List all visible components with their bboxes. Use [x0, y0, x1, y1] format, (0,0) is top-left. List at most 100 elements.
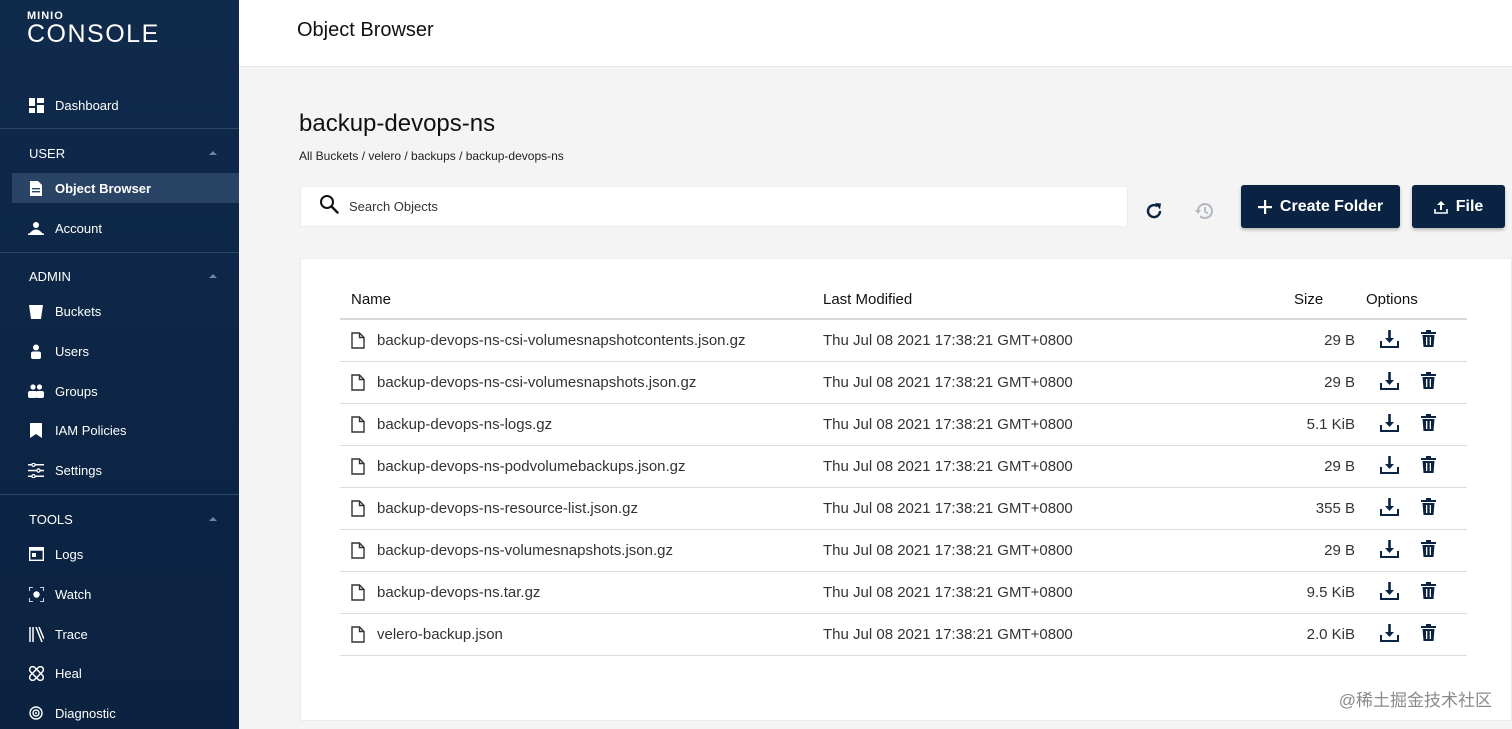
object-name-cell[interactable]: backup-devops-ns-csi-volumesnapshotconte… [351, 320, 746, 361]
download-icon [1380, 497, 1399, 520]
delete-button[interactable] [1421, 362, 1436, 403]
column-size[interactable]: Size [1294, 280, 1323, 318]
sidebar-item-watch[interactable]: Watch [12, 579, 239, 609]
download-button[interactable] [1380, 446, 1399, 487]
file-icon [351, 374, 365, 391]
object-name-cell[interactable]: backup-devops-ns-csi-volumesnapshots.jso… [351, 362, 696, 403]
size-cell: 29 B [1324, 374, 1355, 391]
object-name-cell[interactable]: backup-devops-ns-volumesnapshots.json.gz [351, 530, 673, 571]
sidebar-item-iam-policies[interactable]: IAM Policies [12, 415, 239, 445]
size-cell: 29 B [1324, 542, 1355, 559]
sidebar-item-label: Groups [55, 383, 98, 399]
settings-icon [28, 462, 44, 478]
sidebar-item-logs[interactable]: Logs [12, 539, 239, 569]
table-row[interactable]: backup-devops-ns-volumesnapshots.json.gz… [340, 530, 1467, 572]
download-button[interactable] [1380, 362, 1399, 403]
chevron-up-icon [209, 517, 217, 521]
table-row[interactable]: backup-devops-ns-csi-volumesnapshotconte… [340, 320, 1467, 362]
object-name: backup-devops-ns-logs.gz [377, 416, 553, 433]
sidebar-item-label: IAM Policies [55, 422, 127, 438]
sidebar-item-groups[interactable]: Groups [12, 376, 239, 406]
download-icon [1380, 581, 1399, 604]
sidebar-item-diagnostic[interactable]: Diagnostic [12, 698, 239, 728]
table-row[interactable]: backup-devops-ns-resource-list.json.gz Th… [340, 488, 1467, 530]
object-name-cell[interactable]: backup-devops-ns.tar.gz [351, 572, 540, 613]
sidebar-item-dashboard[interactable]: Dashboard [12, 90, 239, 120]
sidebar-item-account[interactable]: Account [12, 213, 239, 243]
history-button[interactable] [1191, 197, 1219, 225]
download-button[interactable] [1380, 530, 1399, 571]
trash-icon [1421, 456, 1436, 477]
trash-icon [1421, 498, 1436, 519]
create-folder-button[interactable]: Create Folder [1241, 185, 1400, 228]
download-icon [1380, 371, 1399, 394]
column-last-modified[interactable]: Last Modified [823, 280, 912, 318]
watch-icon [28, 586, 44, 602]
minio-console-logo[interactable]: MINIO CONSOLE [27, 10, 160, 47]
download-button[interactable] [1380, 614, 1399, 655]
delete-button[interactable] [1421, 446, 1436, 487]
refresh-icon [1146, 203, 1162, 219]
object-name-cell[interactable]: backup-devops-ns-resource-list.json.gz [351, 488, 638, 529]
object-name: backup-devops-ns-csi-volumesnapshots.jso… [377, 374, 697, 391]
upload-file-button[interactable]: File [1412, 185, 1505, 228]
download-button[interactable] [1380, 572, 1399, 613]
sidebar-item-settings[interactable]: Settings [12, 455, 239, 485]
delete-button[interactable] [1421, 572, 1436, 613]
delete-button[interactable] [1421, 488, 1436, 529]
sidebar-item-heal[interactable]: Heal [12, 658, 239, 688]
dashboard-icon [28, 97, 44, 113]
file-icon [351, 542, 365, 559]
sidebar-item-label: Trace [55, 626, 88, 642]
last-modified-cell: Thu Jul 08 2021 17:38:21 GMT+0800 [823, 374, 1073, 391]
sidebar-item-label: Users [55, 343, 89, 359]
page-title: Object Browser [297, 19, 434, 41]
delete-button[interactable] [1421, 404, 1436, 445]
heal-icon [28, 665, 44, 681]
user-icon [28, 343, 44, 359]
trash-icon [1421, 624, 1436, 645]
search-icon [319, 194, 339, 219]
section-label: TOOLS [29, 511, 73, 527]
delete-button[interactable] [1421, 530, 1436, 571]
sidebar-item-label: Object Browser [55, 180, 152, 196]
file-icon [351, 332, 365, 349]
table-row[interactable]: backup-devops-ns.tar.gz Thu Jul 08 2021 1… [340, 572, 1467, 614]
search-box[interactable] [300, 186, 1128, 227]
column-name[interactable]: Name [351, 280, 391, 318]
download-button[interactable] [1380, 320, 1399, 361]
sidebar-section-user[interactable]: USER [0, 139, 239, 167]
download-button[interactable] [1380, 404, 1399, 445]
file-icon [351, 416, 365, 433]
table-row[interactable]: velero-backup.json Thu Jul 08 2021 17:38:… [340, 614, 1467, 656]
object-name-cell[interactable]: backup-devops-ns-logs.gz [351, 404, 552, 445]
download-icon [1380, 329, 1399, 352]
size-cell: 29 B [1324, 332, 1355, 349]
delete-button[interactable] [1421, 614, 1436, 655]
sidebar-divider [0, 494, 239, 495]
sidebar-item-object-browser[interactable]: Object Browser [12, 173, 239, 203]
sidebar-item-trace[interactable]: Trace [12, 619, 239, 649]
table-row[interactable]: backup-devops-ns-logs.gz Thu Jul 08 2021 … [340, 404, 1467, 446]
sidebar-section-tools[interactable]: TOOLS [0, 505, 239, 533]
table-row[interactable]: backup-devops-ns-podvolumebackups.json.g… [340, 446, 1467, 488]
object-name-cell[interactable]: velero-backup.json [351, 614, 503, 655]
trash-icon [1421, 330, 1436, 351]
delete-button[interactable] [1421, 320, 1436, 361]
breadcrumb[interactable]: All Buckets / velero / backups / backup-… [299, 149, 564, 163]
sidebar-item-label: Diagnostic [55, 705, 116, 721]
sidebar-item-users[interactable]: Users [12, 336, 239, 366]
sidebar-section-admin[interactable]: ADMIN [0, 262, 239, 290]
refresh-button[interactable] [1140, 197, 1168, 225]
object-name: backup-devops-ns-volumesnapshots.json.gz [377, 542, 673, 559]
object-name-cell[interactable]: backup-devops-ns-podvolumebackups.json.g… [351, 446, 686, 487]
history-icon [1195, 203, 1213, 219]
search-input[interactable] [349, 199, 1049, 214]
download-button[interactable] [1380, 488, 1399, 529]
bucket-title: backup-devops-ns [299, 110, 496, 137]
sidebar-item-buckets[interactable]: Buckets [12, 296, 239, 326]
watermark: @稀土掘金技术社区 [1338, 691, 1492, 710]
table-row[interactable]: backup-devops-ns-csi-volumesnapshots.jso… [340, 362, 1467, 404]
last-modified-cell: Thu Jul 08 2021 17:38:21 GMT+0800 [823, 542, 1073, 559]
download-icon [1380, 539, 1399, 562]
